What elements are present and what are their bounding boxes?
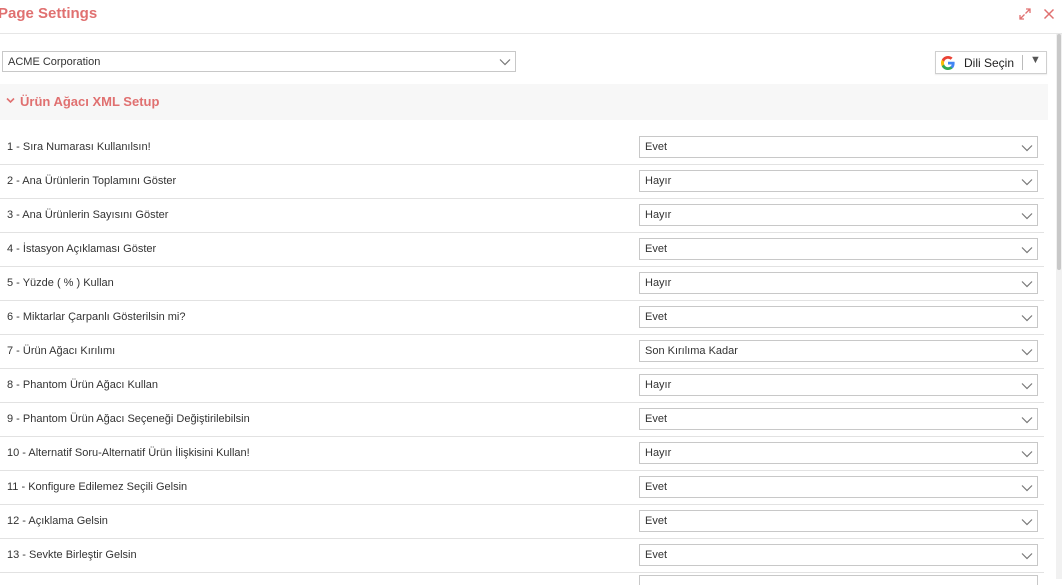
setting-row: 6 - Miktarlar Çarpanlı Gösterilsin mi? Ev…	[0, 300, 1044, 335]
setting-select-value: Hayır	[645, 447, 672, 459]
setting-select[interactable]: Evet	[639, 476, 1038, 498]
setting-select[interactable]: Hayır	[639, 204, 1038, 226]
chevron-down-icon	[1021, 451, 1033, 458]
setting-row: 5 - Yüzde ( % ) Kullan Hayır	[0, 266, 1044, 301]
chevron-down-icon	[1021, 281, 1033, 288]
setting-row: 8 - Phantom Ürün Ağacı Kullan Hayır	[0, 368, 1044, 403]
setting-select-value: Hayır	[645, 277, 672, 289]
setting-row: 3 - Ana Ürünlerin Sayısını Göster Hayır	[0, 198, 1044, 233]
setting-row: 7 - Ürün Ağacı Kırılımı Son Kırılıma Kada…	[0, 334, 1044, 369]
setting-select[interactable]: Evet	[639, 238, 1038, 260]
setting-select[interactable]: Evet	[639, 544, 1038, 566]
setting-select[interactable]: Hayır	[639, 442, 1038, 464]
setting-select-value: Hayır	[645, 175, 672, 187]
setting-label: 7 - Ürün Ağacı Kırılımı	[7, 345, 116, 357]
language-select-label: Dili Seçin	[964, 56, 1015, 70]
chevron-down-icon	[1021, 349, 1033, 356]
setting-row: 4 - İstasyon Açıklaması Göster Evet	[0, 232, 1044, 267]
setting-label: 2 - Ana Ürünlerin Toplamını Göster	[7, 175, 177, 187]
setting-row: 10 - Alternatif Soru-Alternatif Ürün İli…	[0, 436, 1044, 471]
setting-select-value: Evet	[645, 549, 668, 561]
language-select[interactable]: Dili Seçin ▼	[935, 51, 1047, 74]
chevron-down-icon	[1021, 247, 1033, 254]
setting-label: 10 - Alternatif Soru-Alternatif Ürün İli…	[7, 447, 250, 459]
setting-row: 13 - Sevkte Birleştir Gelsin Evet	[0, 538, 1044, 573]
chevron-down-icon	[1021, 145, 1033, 152]
chevron-down-icon	[1021, 315, 1033, 322]
setting-select[interactable]: Hayır	[639, 272, 1038, 294]
modal-header: Page Settings	[0, 0, 1062, 34]
setting-select[interactable]: Hayır	[639, 374, 1038, 396]
setting-label: 11 - Konfigure Edilemez Seçili Gelsin	[7, 481, 188, 493]
setting-select[interactable]: Hayır	[639, 170, 1038, 192]
dropdown-arrow-icon: ▼	[1030, 54, 1041, 66]
section-title: Ürün Ağacı XML Setup	[20, 94, 160, 109]
chevron-down-icon	[1021, 485, 1033, 492]
scrollbar-thumb[interactable]	[1057, 34, 1061, 270]
setting-row: 2 - Ana Ürünlerin Toplamını Göster Hayır	[0, 164, 1044, 199]
chevron-down-icon	[1021, 519, 1033, 526]
setting-label: 4 - İstasyon Açıklaması Göster	[7, 243, 157, 255]
setting-select-value: Evet	[645, 141, 668, 153]
setting-row: 1 - Sıra Numarası Kullanılsın! Evet	[0, 130, 1044, 165]
page-title: Page Settings	[0, 5, 98, 22]
setting-select[interactable]: Evet	[639, 408, 1038, 430]
section-header[interactable]: Ürün Ağacı XML Setup	[0, 84, 1048, 120]
chevron-down-icon	[6, 97, 15, 104]
setting-row: 11 - Konfigure Edilemez Seçili Gelsin Eve…	[0, 470, 1044, 505]
setting-label: 8 - Phantom Ürün Ağacı Kullan	[7, 379, 159, 391]
chevron-down-icon	[1021, 383, 1033, 390]
setting-select-value: Evet	[645, 481, 668, 493]
close-icon[interactable]	[1042, 7, 1056, 21]
setting-select-value: Hayır	[645, 209, 672, 221]
divider	[1022, 55, 1023, 70]
setting-select[interactable]: Evet	[639, 136, 1038, 158]
chevron-down-icon	[1021, 553, 1033, 560]
setting-select[interactable]	[639, 575, 1038, 585]
chevron-down-icon	[499, 59, 511, 66]
setting-row: 9 - Phantom Ürün Ağacı Seçeneği Değiştir…	[0, 402, 1044, 437]
setting-select-value: Hayır	[645, 379, 672, 391]
setting-label: 5 - Yüzde ( % ) Kullan	[7, 277, 114, 289]
setting-label: 9 - Phantom Ürün Ağacı Seçeneği Değiştir…	[7, 413, 250, 425]
setting-select-value: Son Kırılıma Kadar	[645, 345, 738, 357]
scrollbar[interactable]	[1056, 34, 1062, 579]
setting-label: 12 - Açıklama Gelsin	[7, 515, 108, 527]
setting-select[interactable]: Son Kırılıma Kadar	[639, 340, 1038, 362]
setting-label: 13 - Sevkte Birleştir Gelsin	[7, 549, 137, 561]
google-icon	[941, 56, 955, 70]
setting-label: 3 - Ana Ürünlerin Sayısını Göster	[7, 209, 169, 221]
setting-select[interactable]: Evet	[639, 510, 1038, 532]
setting-row: 12 - Açıklama Gelsin Evet	[0, 504, 1044, 539]
chevron-down-icon	[1021, 213, 1033, 220]
setting-select-value: Evet	[645, 243, 668, 255]
setting-label: 6 - Miktarlar Çarpanlı Gösterilsin mi?	[7, 311, 186, 323]
setting-select-value: Evet	[645, 413, 668, 425]
chevron-down-icon	[1021, 417, 1033, 424]
setting-select-value: Evet	[645, 515, 668, 527]
expand-icon[interactable]	[1018, 7, 1032, 21]
company-select[interactable]: ACME Corporation	[2, 51, 516, 72]
setting-select[interactable]: Evet	[639, 306, 1038, 328]
chevron-down-icon	[1021, 179, 1033, 186]
setting-label: 1 - Sıra Numarası Kullanılsın!	[7, 141, 151, 153]
company-select-value: ACME Corporation	[8, 56, 101, 68]
setting-select-value: Evet	[645, 311, 668, 323]
